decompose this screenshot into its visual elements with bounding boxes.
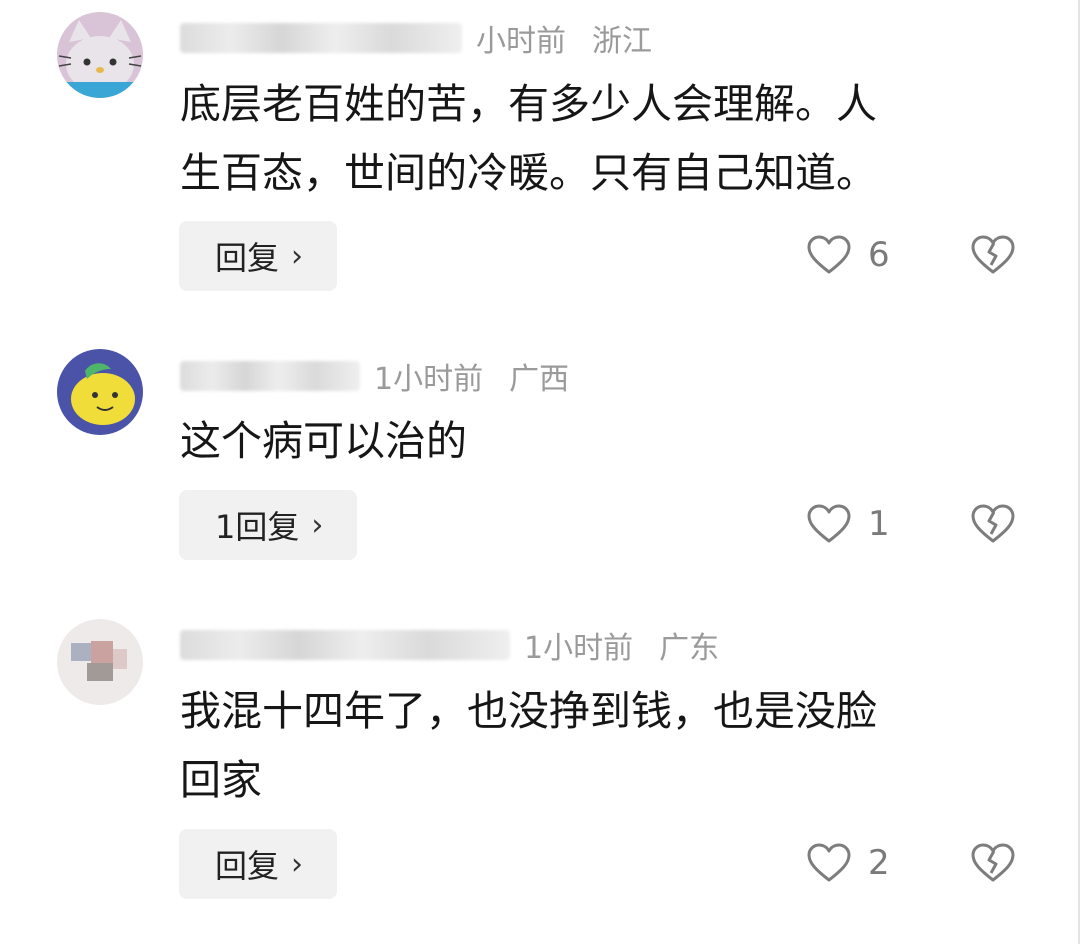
chevron-right-icon: › (291, 846, 304, 882)
broken-heart-icon (971, 235, 1015, 274)
avatar[interactable] (57, 349, 143, 435)
comment-text: 底层老百姓的苦，有多少人会理解。人 生百态，世间的冷暖。只有自己知道。 (180, 70, 1010, 208)
like-count: 1 (868, 504, 890, 544)
photo-avatar-icon (57, 619, 143, 705)
heart-outline-icon (807, 504, 851, 543)
comment-text-line: 这个病可以治的 (180, 417, 467, 465)
comment-region: 广东 (659, 631, 720, 666)
reply-label: 1回复 (215, 508, 300, 546)
comment-meta: 1小时前 广东 (180, 622, 719, 668)
like-button[interactable]: 6 (806, 234, 890, 276)
comment-time: 1小时前 (524, 631, 634, 666)
comment-text-line: 底层老百姓的苦，有多少人会理解。人 (180, 80, 877, 128)
reply-button[interactable]: 1回复 › (179, 490, 358, 560)
broken-heart-icon (971, 843, 1015, 882)
comment-text: 我混十四年了，也没挣到钱，也是没脸 回家 (180, 677, 1010, 815)
username-blurred[interactable] (180, 630, 510, 660)
comment-time: 小时前 (476, 24, 566, 59)
like-count: 2 (868, 843, 890, 883)
comment-region: 广西 (509, 362, 570, 397)
like-count: 6 (868, 235, 890, 275)
comment-text-line: 生百态，世间的冷暖。只有自己知道。 (180, 149, 877, 197)
dislike-button[interactable] (970, 842, 1016, 884)
reply-label: 回复 (215, 847, 280, 885)
comment-region: 浙江 (592, 24, 652, 59)
chevron-right-icon: › (291, 238, 304, 274)
chevron-right-icon: › (311, 507, 324, 543)
comment-text: 这个病可以治的 (180, 407, 1010, 476)
username-blurred[interactable] (180, 361, 360, 391)
reply-button[interactable]: 回复 › (179, 829, 338, 899)
heart-outline-icon (807, 843, 851, 882)
comment-time: 1小时前 (374, 362, 484, 397)
heart-outline-icon (807, 235, 851, 274)
like-button[interactable]: 1 (806, 503, 890, 545)
reply-button[interactable]: 回复 › (179, 221, 338, 291)
comment-text-line: 我混十四年了，也没挣到钱，也是没脸 (180, 687, 877, 735)
username-blurred[interactable] (180, 23, 462, 53)
reply-label: 回复 (215, 239, 280, 277)
dislike-button[interactable] (970, 503, 1016, 545)
hello-kitty-avatar-icon (57, 12, 143, 98)
avatar[interactable] (57, 12, 143, 98)
lemon-cartoon-avatar-icon (57, 349, 143, 435)
dislike-button[interactable] (970, 234, 1016, 276)
comment-text-line: 回家 (180, 756, 262, 804)
avatar[interactable] (57, 619, 143, 705)
like-button[interactable]: 2 (806, 842, 890, 884)
comment-meta: 1小时前 广西 (180, 353, 569, 399)
comment-meta: 小时前 浙江 (180, 15, 652, 61)
broken-heart-icon (971, 504, 1015, 543)
